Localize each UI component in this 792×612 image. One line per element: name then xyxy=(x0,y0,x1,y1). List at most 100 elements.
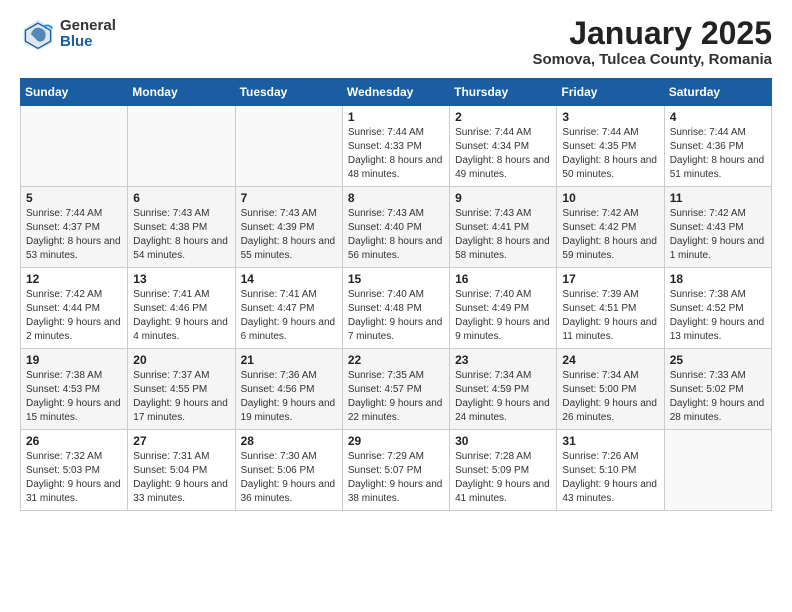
day-number: 18 xyxy=(670,272,766,286)
day-info: Sunrise: 7:42 AMSunset: 4:42 PMDaylight:… xyxy=(562,207,658,263)
day-header-wednesday: Wednesday xyxy=(342,79,449,106)
day-cell xyxy=(664,430,771,511)
day-info: Sunrise: 7:34 AMSunset: 5:00 PMDaylight:… xyxy=(562,369,658,425)
day-cell xyxy=(128,106,235,187)
day-number: 8 xyxy=(348,191,444,205)
day-number: 6 xyxy=(133,191,229,205)
day-number: 19 xyxy=(26,353,122,367)
day-number: 25 xyxy=(670,353,766,367)
day-cell: 23Sunrise: 7:34 AMSunset: 4:59 PMDayligh… xyxy=(450,349,557,430)
day-header-saturday: Saturday xyxy=(664,79,771,106)
day-info: Sunrise: 7:42 AMSunset: 4:43 PMDaylight:… xyxy=(670,207,766,263)
week-row-3: 12Sunrise: 7:42 AMSunset: 4:44 PMDayligh… xyxy=(21,268,772,349)
day-cell: 13 Sunrise: 7:41 AMSunset: 4:46 PMDayligh… xyxy=(128,268,235,349)
week-row-5: 26 Sunrise: 7:32 AMSunset: 5:03 PMDayligh… xyxy=(21,430,772,511)
day-cell: 4Sunrise: 7:44 AMSunset: 4:36 PMDaylight… xyxy=(664,106,771,187)
day-info: Sunrise: 7:36 AMSunset: 4:56 PMDaylight:… xyxy=(241,369,337,425)
day-info: Sunrise: 7:32 AMSunset: 5:03 PMDaylight:… xyxy=(26,450,122,506)
day-cell: 25 Sunrise: 7:33 AMSunset: 5:02 PMDayligh… xyxy=(664,349,771,430)
day-number: 15 xyxy=(348,272,444,286)
day-cell: 17 Sunrise: 7:39 AMSunset: 4:51 PMDayligh… xyxy=(557,268,664,349)
day-info: Sunrise: 7:41 AMSunset: 4:46 PMDaylight:… xyxy=(133,288,229,344)
day-number: 22 xyxy=(348,353,444,367)
header: General Blue January 2025 Somova, Tulcea… xyxy=(20,16,772,68)
day-number: 13 xyxy=(133,272,229,286)
day-number: 3 xyxy=(562,110,658,124)
day-number: 17 xyxy=(562,272,658,286)
day-info: Sunrise: 7:38 AMSunset: 4:53 PMDaylight:… xyxy=(26,369,122,425)
day-info: Sunrise: 7:37 AMSunset: 4:55 PMDaylight:… xyxy=(133,369,229,425)
day-cell: 2 Sunrise: 7:44 AMSunset: 4:34 PMDaylight… xyxy=(450,106,557,187)
day-info: Sunrise: 7:26 AMSunset: 5:10 PMDaylight:… xyxy=(562,450,658,506)
title-block: January 2025 Somova, Tulcea County, Roma… xyxy=(533,16,773,68)
location-title: Somova, Tulcea County, Romania xyxy=(533,51,773,68)
day-cell: 18 Sunrise: 7:38 AMSunset: 4:52 PMDayligh… xyxy=(664,268,771,349)
day-number: 29 xyxy=(348,434,444,448)
day-number: 23 xyxy=(455,353,551,367)
week-row-4: 19 Sunrise: 7:38 AMSunset: 4:53 PMDayligh… xyxy=(21,349,772,430)
day-cell: 26 Sunrise: 7:32 AMSunset: 5:03 PMDayligh… xyxy=(21,430,128,511)
day-info: Sunrise: 7:30 AMSunset: 5:06 PMDaylight:… xyxy=(241,450,337,506)
day-info: Sunrise: 7:40 AMSunset: 4:48 PMDaylight:… xyxy=(348,288,444,344)
day-header-friday: Friday xyxy=(557,79,664,106)
day-info: Sunrise: 7:33 AMSunset: 5:02 PMDaylight:… xyxy=(670,369,766,425)
day-info: Sunrise: 7:31 AMSunset: 5:04 PMDaylight:… xyxy=(133,450,229,506)
day-cell: 3 Sunrise: 7:44 AMSunset: 4:35 PMDaylight… xyxy=(557,106,664,187)
day-info: Sunrise: 7:28 AMSunset: 5:09 PMDaylight:… xyxy=(455,450,551,506)
day-cell: 20Sunrise: 7:37 AMSunset: 4:55 PMDayligh… xyxy=(128,349,235,430)
day-cell: 28Sunrise: 7:30 AMSunset: 5:06 PMDayligh… xyxy=(235,430,342,511)
day-number: 5 xyxy=(26,191,122,205)
day-cell: 16 Sunrise: 7:40 AMSunset: 4:49 PMDayligh… xyxy=(450,268,557,349)
day-number: 24 xyxy=(562,353,658,367)
day-info: Sunrise: 7:29 AMSunset: 5:07 PMDaylight:… xyxy=(348,450,444,506)
day-cell: 31 Sunrise: 7:26 AMSunset: 5:10 PMDayligh… xyxy=(557,430,664,511)
day-info: Sunrise: 7:38 AMSunset: 4:52 PMDaylight:… xyxy=(670,288,766,344)
day-info: Sunrise: 7:44 AMSunset: 4:34 PMDaylight:… xyxy=(455,126,551,182)
day-header-thursday: Thursday xyxy=(450,79,557,106)
day-header-monday: Monday xyxy=(128,79,235,106)
day-cell: 1 Sunrise: 7:44 AMSunset: 4:33 PMDaylight… xyxy=(342,106,449,187)
day-info: Sunrise: 7:44 AMSunset: 4:33 PMDaylight:… xyxy=(348,126,444,182)
day-cell: 29 Sunrise: 7:29 AMSunset: 5:07 PMDayligh… xyxy=(342,430,449,511)
day-number: 16 xyxy=(455,272,551,286)
day-header-sunday: Sunday xyxy=(21,79,128,106)
day-cell: 9Sunrise: 7:43 AMSunset: 4:41 PMDaylight… xyxy=(450,187,557,268)
logo-text: General Blue xyxy=(60,18,116,51)
day-cell: 12Sunrise: 7:42 AMSunset: 4:44 PMDayligh… xyxy=(21,268,128,349)
day-number: 11 xyxy=(670,191,766,205)
day-number: 14 xyxy=(241,272,337,286)
day-cell: 19 Sunrise: 7:38 AMSunset: 4:53 PMDayligh… xyxy=(21,349,128,430)
logo: General Blue xyxy=(20,16,116,52)
month-title: January 2025 xyxy=(533,16,773,51)
day-header-tuesday: Tuesday xyxy=(235,79,342,106)
day-number: 26 xyxy=(26,434,122,448)
day-number: 12 xyxy=(26,272,122,286)
day-number: 7 xyxy=(241,191,337,205)
day-cell: 7 Sunrise: 7:43 AMSunset: 4:39 PMDaylight… xyxy=(235,187,342,268)
day-cell: 14Sunrise: 7:41 AMSunset: 4:47 PMDayligh… xyxy=(235,268,342,349)
day-cell: 22Sunrise: 7:35 AMSunset: 4:57 PMDayligh… xyxy=(342,349,449,430)
day-info: Sunrise: 7:43 AMSunset: 4:39 PMDaylight:… xyxy=(241,207,337,263)
day-info: Sunrise: 7:40 AMSunset: 4:49 PMDaylight:… xyxy=(455,288,551,344)
calendar-table: SundayMondayTuesdayWednesdayThursdayFrid… xyxy=(20,78,772,511)
day-number: 30 xyxy=(455,434,551,448)
day-cell xyxy=(21,106,128,187)
day-cell: 11 Sunrise: 7:42 AMSunset: 4:43 PMDayligh… xyxy=(664,187,771,268)
day-cell: 10 Sunrise: 7:42 AMSunset: 4:42 PMDayligh… xyxy=(557,187,664,268)
day-number: 9 xyxy=(455,191,551,205)
day-cell: 30 Sunrise: 7:28 AMSunset: 5:09 PMDayligh… xyxy=(450,430,557,511)
week-row-2: 5 Sunrise: 7:44 AMSunset: 4:37 PMDaylight… xyxy=(21,187,772,268)
day-info: Sunrise: 7:44 AMSunset: 4:37 PMDaylight:… xyxy=(26,207,122,263)
day-info: Sunrise: 7:39 AMSunset: 4:51 PMDaylight:… xyxy=(562,288,658,344)
day-cell: 6 Sunrise: 7:43 AMSunset: 4:38 PMDaylight… xyxy=(128,187,235,268)
day-info: Sunrise: 7:43 AMSunset: 4:38 PMDaylight:… xyxy=(133,207,229,263)
day-number: 10 xyxy=(562,191,658,205)
day-number: 1 xyxy=(348,110,444,124)
day-cell xyxy=(235,106,342,187)
day-number: 31 xyxy=(562,434,658,448)
logo-icon xyxy=(20,16,56,52)
day-cell: 27Sunrise: 7:31 AMSunset: 5:04 PMDayligh… xyxy=(128,430,235,511)
day-info: Sunrise: 7:44 AMSunset: 4:35 PMDaylight:… xyxy=(562,126,658,182)
day-cell: 15 Sunrise: 7:40 AMSunset: 4:48 PMDayligh… xyxy=(342,268,449,349)
day-number: 2 xyxy=(455,110,551,124)
